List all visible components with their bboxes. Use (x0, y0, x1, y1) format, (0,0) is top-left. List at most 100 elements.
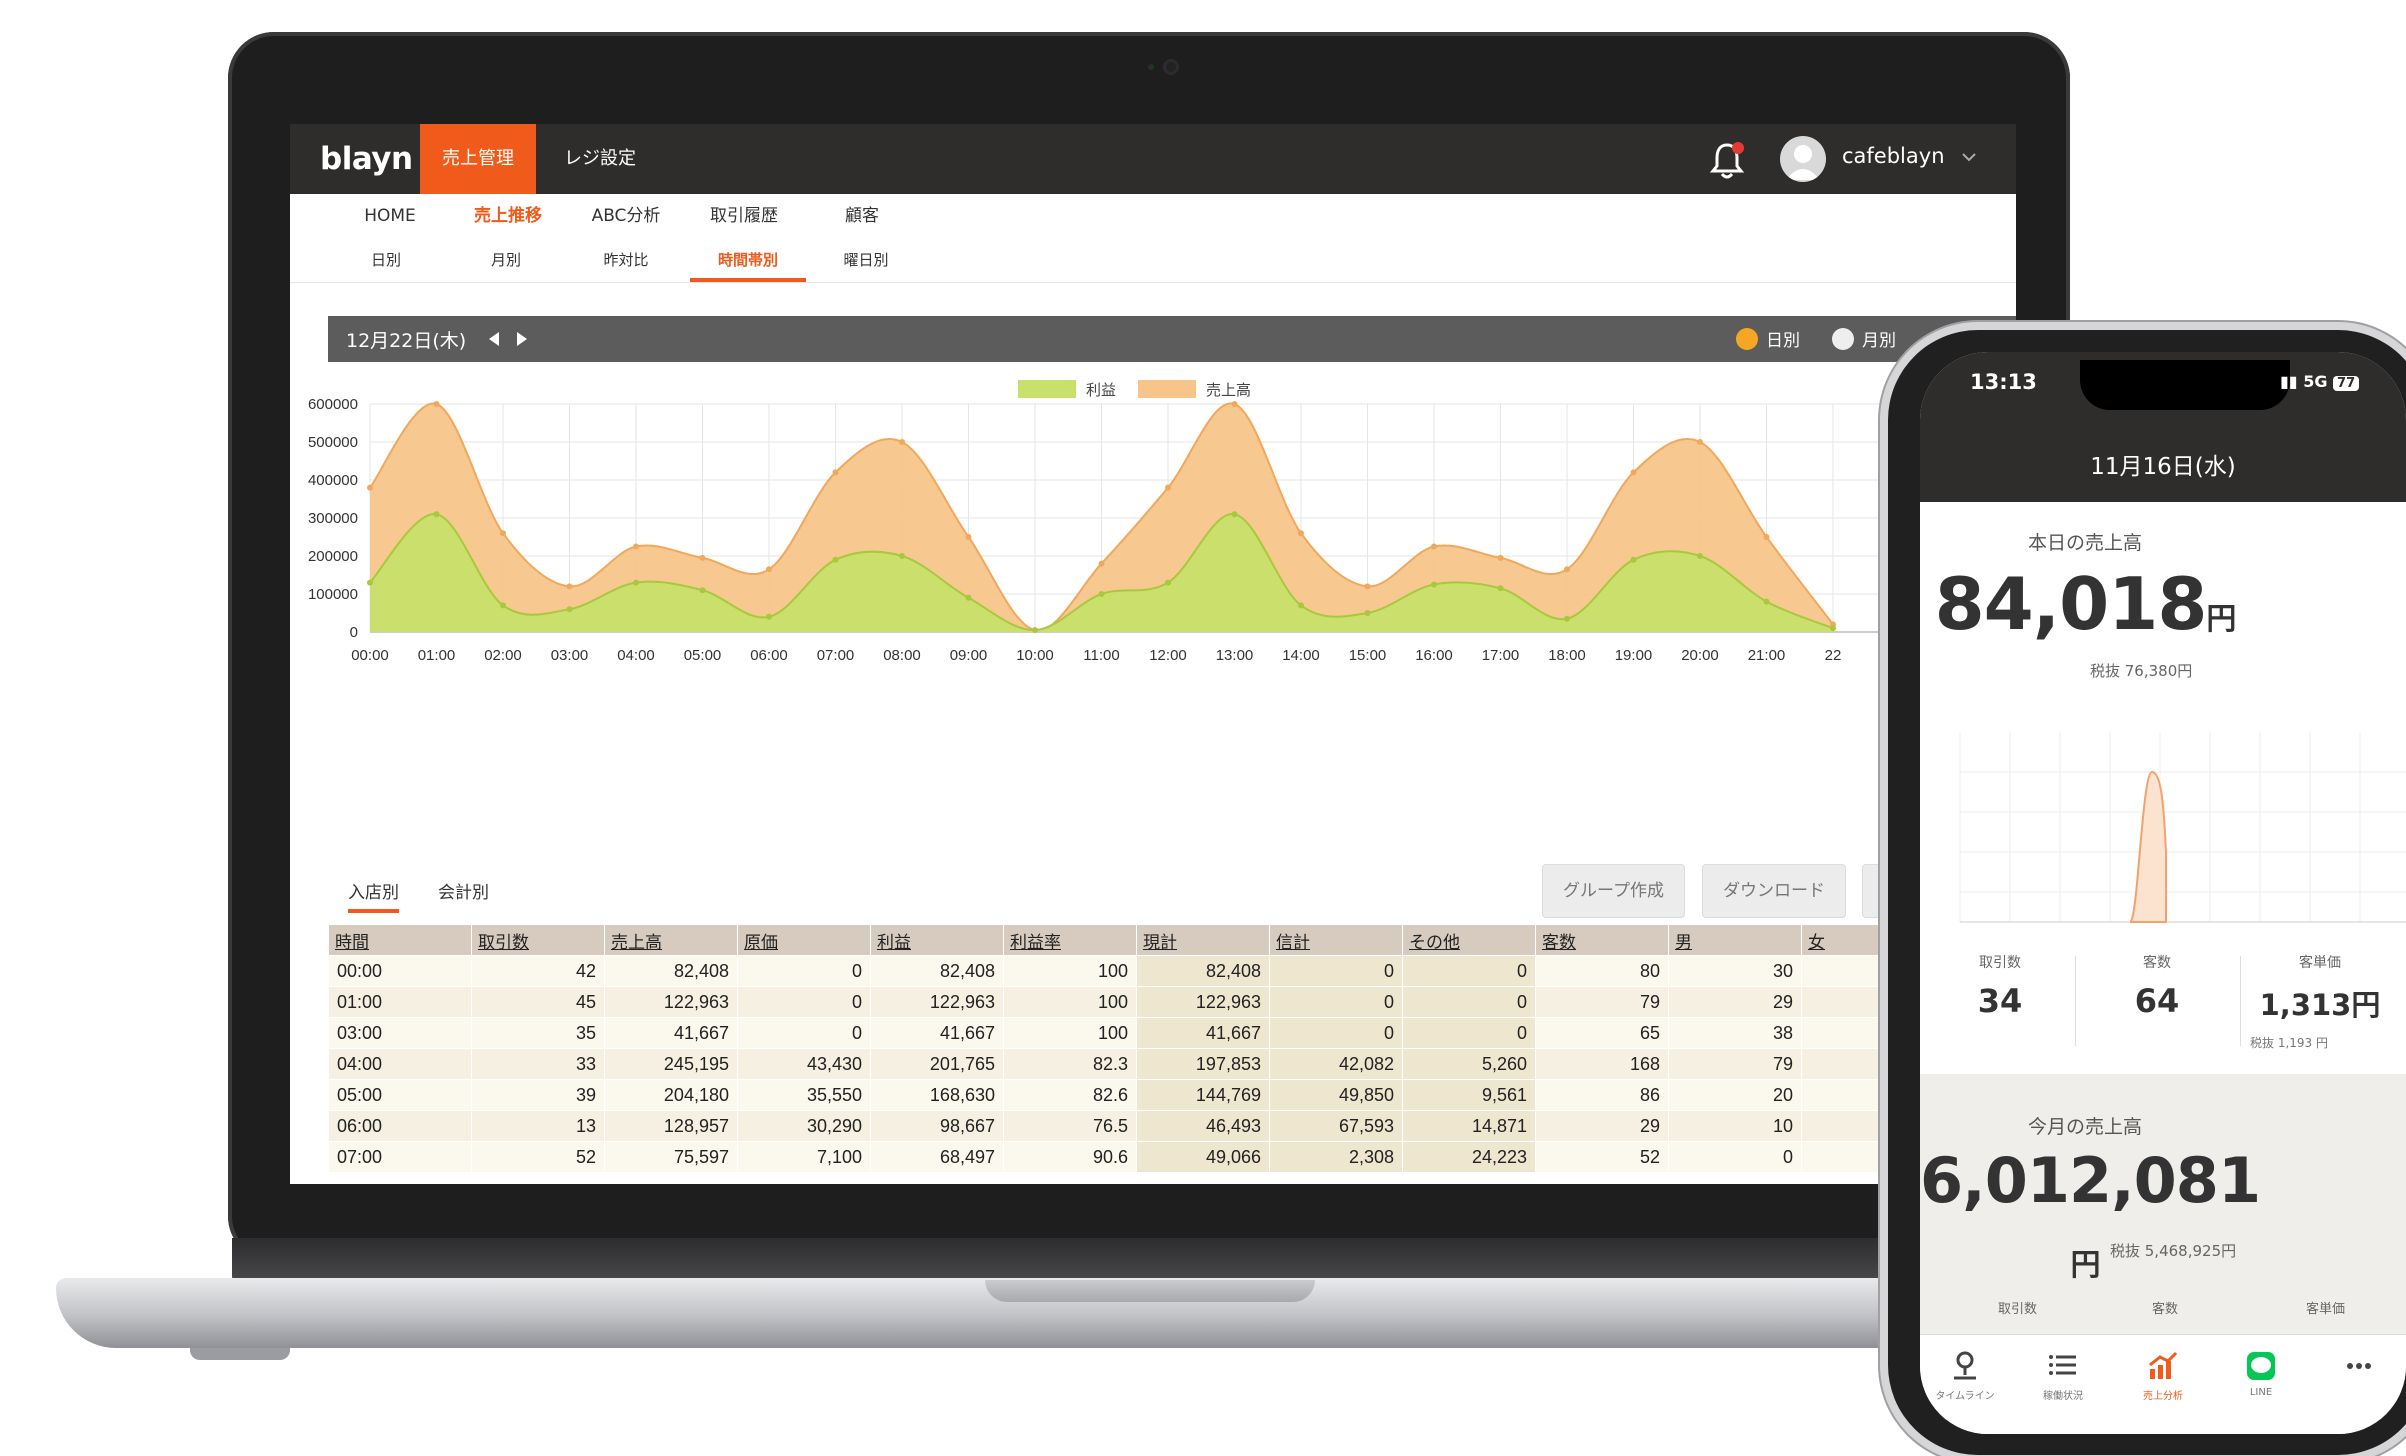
table-cell: 0 (1269, 1017, 1403, 1049)
stat-avg-price-label: 客単価 (2299, 955, 2341, 971)
table-cell: 10 (1668, 1110, 1802, 1142)
table-cell: 20 (1668, 1079, 1802, 1111)
table-cell: 98,667 (870, 1110, 1004, 1142)
table-cell: 122,963 (870, 986, 1004, 1018)
date-bar: 12月22日(木) 日別 月別 (328, 316, 2016, 362)
data-point (1763, 598, 1770, 605)
data-point (1630, 469, 1637, 476)
table-cell: 42 (471, 955, 605, 987)
month-sales-value: 6,012,081 円 (1920, 1144, 2261, 1290)
table-cell: 14,871 (1402, 1110, 1536, 1142)
table-cell: 0 (737, 986, 871, 1018)
table-cell: 33 (471, 1048, 605, 1080)
radio-daily-label: 日別 (1766, 331, 1800, 351)
notification-bell-icon[interactable] (1708, 140, 1746, 180)
signal-indicator: ▮▮ 5G 77 (2280, 372, 2360, 391)
nav-sales-analysis[interactable]: 売上分析 (2118, 1349, 2208, 1402)
tab-register-settings[interactable]: レジ設定 (542, 124, 658, 194)
battery-icon: 77 (2333, 376, 2360, 391)
data-point (1497, 554, 1504, 561)
download-button[interactable]: ダウンロード (1702, 864, 1846, 918)
y-tick-label: 200000 (308, 548, 358, 565)
yen-unit: 円 (2206, 602, 2236, 637)
data-point (1564, 615, 1570, 622)
table-cell: 45 (471, 986, 605, 1018)
nav-hourly[interactable]: 時間帯別 (690, 238, 806, 282)
x-tick-label: 17:00 (1482, 647, 1520, 664)
chevron-down-icon[interactable] (1960, 148, 1978, 166)
table-cell: 29 (1668, 986, 1802, 1018)
nav-status[interactable]: 稼働状況 (2018, 1349, 2108, 1402)
radio-monthly-label: 月別 (1862, 331, 1896, 351)
column-header[interactable]: 客数 (1535, 924, 1669, 956)
table-cell: 05:00 (328, 1079, 472, 1111)
nav-home[interactable]: HOME (340, 194, 440, 238)
data-point (1763, 534, 1770, 540)
table-cell: 197,853 (1136, 1048, 1270, 1080)
data-point (1032, 627, 1038, 634)
line-app-icon (2247, 1352, 2275, 1380)
column-header[interactable]: 原価 (737, 924, 871, 956)
nav-customers[interactable]: 顧客 (812, 194, 912, 238)
tab-by-entry[interactable]: 入店別 (348, 878, 399, 913)
logo[interactable]: blayn (320, 136, 413, 182)
column-header[interactable]: その他 (1402, 924, 1536, 956)
table-cell: 2,308 (1269, 1141, 1403, 1173)
stat-transactions-label: 取引数 (1979, 955, 2021, 971)
data-point (500, 530, 506, 537)
tab-sales-management[interactable]: 売上管理 (420, 124, 536, 194)
table-cell: 201,765 (870, 1048, 1004, 1080)
username[interactable]: cafeblayn (1842, 144, 1945, 168)
table-cell: 82,408 (1136, 955, 1270, 987)
nav-abc-analysis[interactable]: ABC分析 (576, 194, 676, 238)
table-cell: 42,082 (1269, 1048, 1403, 1080)
nav-transactions[interactable]: 取引履歴 (694, 194, 794, 238)
table-row: 06:00 13 128,957 30,290 98,667 76.5 46,493 67,5… (328, 1110, 2008, 1142)
nav-weekday[interactable]: 曜日別 (816, 238, 916, 282)
column-header[interactable]: 時間 (328, 924, 472, 956)
column-header[interactable]: 男 (1668, 924, 1802, 956)
column-header[interactable]: 利益率 (1003, 924, 1137, 956)
list-icon (2049, 1355, 2076, 1375)
table-cell: 7,100 (737, 1141, 871, 1173)
x-tick-label: 14:00 (1282, 647, 1320, 664)
x-tick-label: 06:00 (750, 647, 788, 664)
create-group-button[interactable]: グループ作成 (1542, 864, 1685, 918)
current-date: 12月22日(木) (346, 330, 467, 352)
radio-monthly[interactable]: 月別 (1832, 326, 1896, 351)
column-header[interactable]: 利益 (870, 924, 1004, 956)
column-header[interactable]: 現計 (1136, 924, 1270, 956)
nav-status-label: 稼働状況 (2043, 1391, 2083, 1402)
table-cell: 52 (471, 1141, 605, 1173)
table-cell: 49,850 (1269, 1079, 1403, 1111)
table-cell: 39 (471, 1079, 605, 1111)
laptop-notch (985, 1280, 1315, 1302)
avatar[interactable] (1780, 136, 1826, 182)
column-header[interactable]: 信計 (1269, 924, 1403, 956)
table-cell: 46,493 (1136, 1110, 1270, 1142)
data-point (566, 583, 573, 590)
nav-more[interactable] (2314, 1349, 2404, 1387)
stat-divider (2075, 956, 2076, 1046)
prev-arrow-icon[interactable] (486, 330, 502, 348)
next-arrow-icon[interactable] (514, 330, 530, 348)
nav-monthly[interactable]: 月別 (456, 238, 556, 282)
table-cell: 24,223 (1402, 1141, 1536, 1173)
data-point (433, 401, 440, 407)
stat-customers-label: 客数 (2143, 955, 2171, 971)
nav-yoy[interactable]: 昨対比 (576, 238, 676, 282)
data-point (1630, 556, 1637, 563)
nav-sales-trend[interactable]: 売上推移 (458, 194, 558, 238)
column-header[interactable]: 売上高 (604, 924, 738, 956)
table-cell: 0 (1269, 986, 1403, 1018)
laptop-screen: blayn 売上管理 レジ設定 cafeblayn HOME 売上推移 ABC分… (290, 124, 2016, 1184)
data-point (1165, 579, 1171, 586)
nav-line[interactable]: LINE (2216, 1349, 2306, 1398)
nav-daily[interactable]: 日別 (336, 238, 436, 282)
nav-timeline[interactable]: タイムライン (1920, 1349, 2010, 1402)
x-tick-label: 12:00 (1149, 647, 1187, 664)
column-header[interactable]: 取引数 (471, 924, 605, 956)
tab-by-checkout[interactable]: 会計別 (438, 878, 489, 909)
radio-daily[interactable]: 日別 (1736, 326, 1800, 351)
data-point (1697, 439, 1703, 445)
